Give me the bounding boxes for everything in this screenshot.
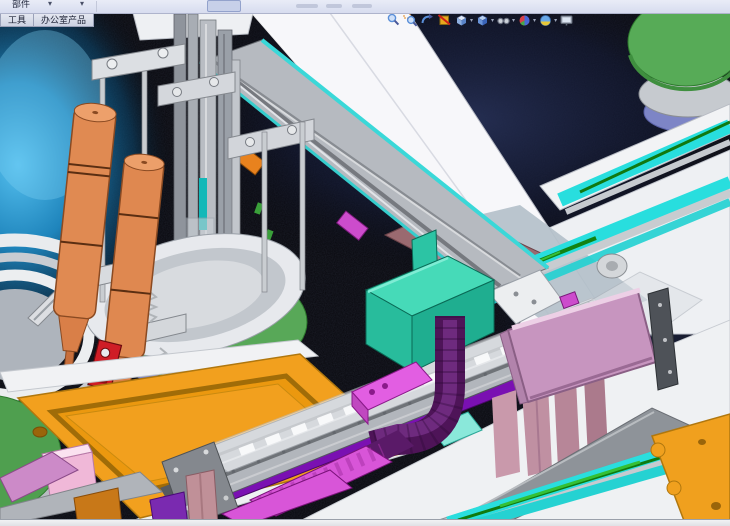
section-view-icon[interactable] [437,12,452,28]
commandmanager-tabs: 工具 办公室产品 [0,13,94,27]
chevron-down-icon[interactable]: ▾ [470,17,473,24]
tab-office-products[interactable]: 办公室产品 [34,13,94,27]
status-bar [0,519,730,526]
edit-appearance-icon[interactable] [517,12,532,28]
tab-tools[interactable]: 工具 [0,13,34,27]
viewport-3d[interactable] [0,13,730,519]
chevron-down-icon[interactable]: ▾ [48,0,52,8]
apply-scene-icon[interactable] [538,12,553,28]
view-orientation-icon[interactable] [454,12,469,28]
disabled-toolbar-item [296,4,318,8]
zoom-to-area-icon[interactable] [403,12,418,28]
view-settings-icon[interactable] [559,12,574,28]
disabled-toolbar-item [352,4,372,8]
chevron-down-icon[interactable]: ▾ [80,0,84,8]
display-style-icon[interactable] [475,12,490,28]
top-toolbar: 部件 ▾ ▾ [0,0,730,14]
disabled-toolbar-item [326,4,342,8]
hide-show-items-icon[interactable] [496,12,511,28]
chevron-down-icon[interactable]: ▾ [533,17,536,24]
chevron-down-icon[interactable]: ▾ [554,17,557,24]
chevron-down-icon[interactable]: ▾ [491,17,494,24]
zoom-to-fit-icon[interactable] [386,12,401,28]
previous-view-icon[interactable] [420,12,435,28]
pressed-toolbar-button[interactable] [207,0,241,12]
chevron-down-icon[interactable]: ▾ [512,17,515,24]
component-button[interactable]: 部件 [12,0,30,10]
cad-application-window: 部件 ▾ ▾ 工具 办公室产品 ▾ ▾ ▾ ▾ [0,0,730,526]
toolbar-separator [96,1,97,12]
